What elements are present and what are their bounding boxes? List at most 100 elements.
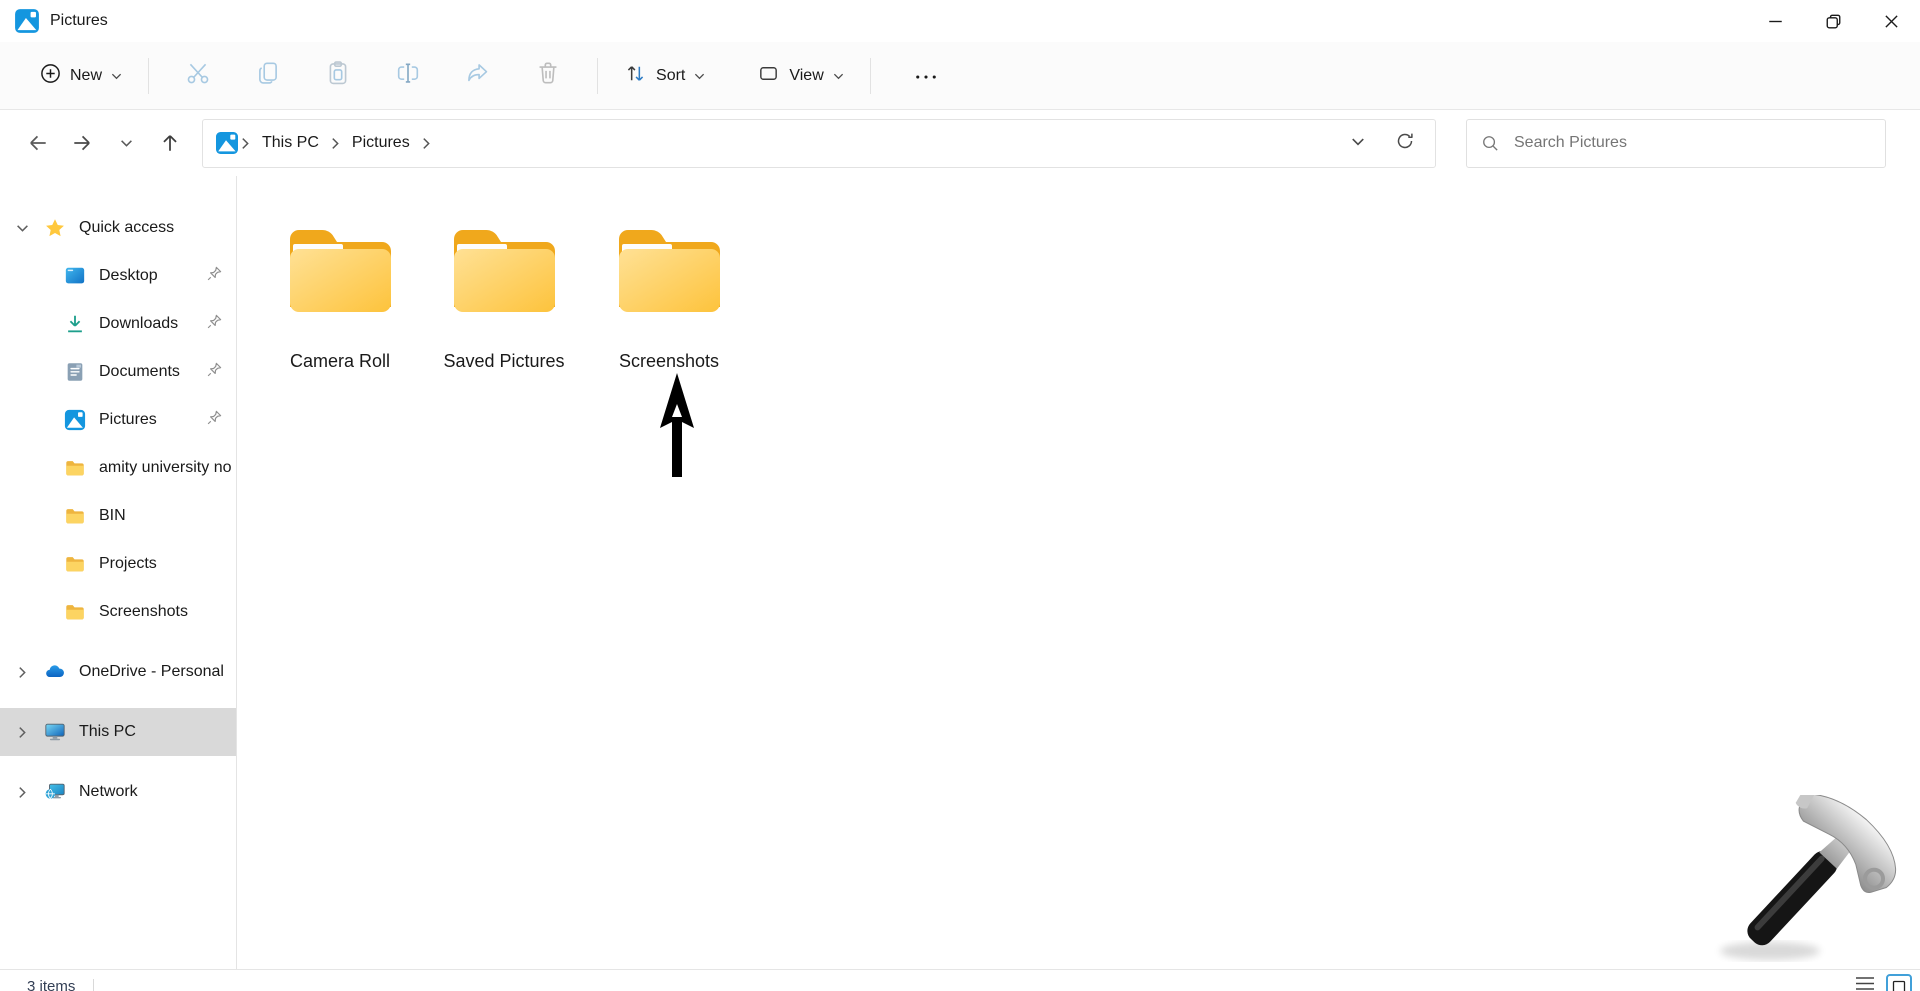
chevron-right-icon[interactable] [0, 726, 44, 739]
minimize-button[interactable] [1746, 1, 1804, 41]
folder-large-icon [258, 222, 422, 322]
plus-circle-icon [40, 63, 61, 89]
ellipsis-icon [915, 67, 937, 85]
chevron-down-icon [111, 67, 122, 85]
pictures-app-icon [14, 8, 40, 34]
title-bar: Pictures [0, 0, 1920, 42]
sidebar-item-projects[interactable]: Projects [0, 540, 236, 588]
search-box[interactable] [1466, 119, 1886, 168]
trash-icon [535, 60, 561, 91]
breadcrumb-pictures[interactable]: Pictures [342, 128, 420, 158]
sidebar-item-quick-access[interactable]: Quick access [0, 204, 236, 252]
share-button[interactable] [446, 54, 510, 98]
pin-icon [206, 409, 223, 431]
sidebar-item-label: BIN [99, 507, 126, 525]
address-row: This PC Pictures [0, 110, 1920, 176]
rename-button[interactable] [376, 54, 440, 98]
refresh-icon[interactable] [1395, 131, 1415, 156]
up-button[interactable] [148, 123, 192, 163]
details-view-toggle[interactable] [1854, 974, 1876, 991]
folder-icon [64, 553, 86, 575]
search-icon [1481, 134, 1500, 153]
sidebar-item-downloads[interactable]: Downloads [0, 300, 236, 348]
sidebar-item-amity-university[interactable]: amity university no [0, 444, 236, 492]
desktop-icon [64, 265, 86, 287]
copy-icon [255, 60, 281, 91]
see-more-button[interactable] [899, 58, 953, 94]
sidebar-item-label: Downloads [99, 315, 178, 333]
network-icon [44, 781, 66, 803]
forward-button[interactable] [60, 123, 104, 163]
item-count: 3 items [27, 978, 75, 991]
search-input[interactable] [1514, 134, 1844, 152]
folder-icon [64, 601, 86, 623]
delete-button[interactable] [516, 54, 580, 98]
hammer-graphic [1712, 795, 1907, 967]
location-pictures-icon [215, 131, 239, 155]
share-icon [465, 60, 491, 91]
chevron-down-icon [694, 67, 705, 85]
breadcrumb-this-pc[interactable]: This PC [252, 128, 329, 158]
sort-button[interactable]: Sort [612, 53, 717, 99]
new-button-label: New [70, 67, 102, 85]
pictures-icon [64, 409, 86, 431]
sidebar-item-pictures[interactable]: Pictures [0, 396, 236, 444]
chevron-right-icon[interactable] [0, 786, 44, 799]
chevron-right-icon[interactable] [0, 666, 44, 679]
sidebar-item-label: Projects [99, 555, 157, 573]
sidebar-item-onedrive[interactable]: OneDrive - Personal [0, 648, 236, 696]
window-title: Pictures [50, 12, 108, 30]
command-toolbar: New Sort [0, 42, 1920, 110]
folder-tile-camera-roll[interactable]: Camera Roll [258, 222, 422, 372]
sidebar-item-label: amity university no [99, 459, 232, 477]
up-arrow-annotation [657, 371, 697, 479]
pin-icon [206, 265, 223, 287]
sidebar-item-desktop[interactable]: Desktop [0, 252, 236, 300]
folder-icon [64, 457, 86, 479]
this-pc-icon [44, 721, 66, 743]
sidebar-item-label: This PC [79, 723, 136, 741]
file-list-area[interactable]: Camera Roll Saved Pictures Screenshots [237, 176, 1920, 969]
folder-name: Saved Pictures [422, 351, 586, 372]
chevron-down-icon [833, 67, 844, 85]
address-dropdown-icon[interactable] [1351, 134, 1365, 152]
folder-tile-saved-pictures[interactable]: Saved Pictures [422, 222, 586, 372]
breadcrumb-chevron-icon[interactable] [422, 137, 431, 150]
navigation-pane: Quick access Desktop Downloads Documents [0, 176, 237, 969]
sidebar-item-screenshots[interactable]: Screenshots [0, 588, 236, 636]
sort-button-label: Sort [656, 67, 685, 85]
documents-icon [64, 361, 86, 383]
sidebar-item-label: OneDrive - Personal [79, 663, 224, 681]
new-button[interactable]: New [28, 54, 134, 98]
folder-tile-screenshots[interactable]: Screenshots [587, 222, 751, 372]
folder-name: Screenshots [587, 351, 751, 372]
view-button[interactable]: View [745, 53, 855, 99]
breadcrumb-chevron-icon[interactable] [241, 137, 250, 150]
breadcrumb-chevron-icon[interactable] [331, 137, 340, 150]
sidebar-item-network[interactable]: Network [0, 768, 236, 816]
recent-locations-button[interactable] [104, 123, 148, 163]
toolbar-separator [870, 58, 871, 94]
back-button[interactable] [16, 123, 60, 163]
thumbnails-view-toggle[interactable] [1886, 974, 1912, 991]
folder-large-icon [422, 222, 586, 322]
copy-button[interactable] [236, 54, 300, 98]
folder-name: Camera Roll [258, 351, 422, 372]
close-button[interactable] [1862, 1, 1920, 41]
star-icon [44, 217, 66, 239]
address-bar[interactable]: This PC Pictures [202, 119, 1436, 168]
cut-button[interactable] [166, 54, 230, 98]
sidebar-item-label: Screenshots [99, 603, 188, 621]
sidebar-item-label: Network [79, 783, 138, 801]
chevron-down-icon[interactable] [0, 224, 44, 233]
paste-button[interactable] [306, 54, 370, 98]
sidebar-item-bin[interactable]: BIN [0, 492, 236, 540]
clipboard-paste-icon [325, 60, 351, 91]
sidebar-item-this-pc[interactable]: This PC [0, 708, 236, 756]
restore-button[interactable] [1804, 1, 1862, 41]
sidebar-item-documents[interactable]: Documents [0, 348, 236, 396]
view-icon [757, 62, 780, 90]
scissors-icon [185, 60, 211, 91]
sidebar-item-label: Quick access [79, 219, 174, 237]
toolbar-separator [148, 58, 149, 94]
